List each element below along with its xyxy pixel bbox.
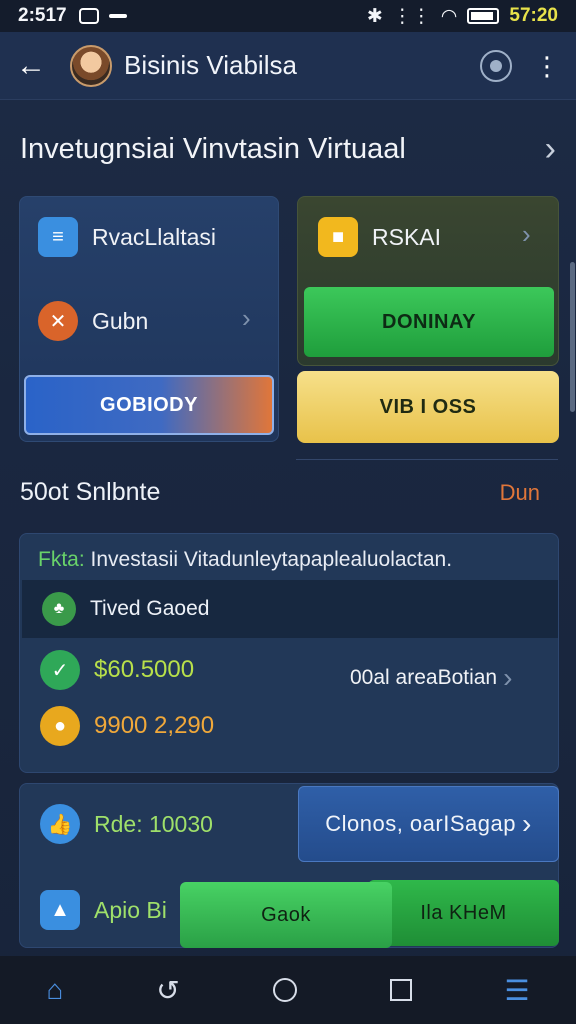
amount-row-1[interactable]: ✓ $60.5000 bbox=[40, 650, 194, 690]
more-vert-icon[interactable]: ⋮ bbox=[534, 53, 560, 79]
rocket-icon: ▲ bbox=[40, 890, 80, 930]
status-time: 2:517 bbox=[18, 5, 67, 26]
battery-icon bbox=[467, 8, 500, 24]
home-icon[interactable]: ⌂ bbox=[46, 974, 63, 1006]
system-nav-bar: ⌂ ↺ ☰ bbox=[0, 956, 576, 1024]
list-item-apio[interactable]: ▲ Apio Bi bbox=[40, 890, 167, 930]
whatsapp-icon bbox=[78, 8, 99, 24]
list-item-label: Rde: 10030 bbox=[94, 810, 213, 837]
like-icon: 👍 bbox=[40, 804, 80, 844]
back-icon[interactable]: ↺ bbox=[156, 974, 179, 1007]
list-item-virtual[interactable]: ≡ RvacLlaltasi bbox=[38, 217, 216, 257]
check-icon: ✓ bbox=[40, 650, 80, 690]
amount-row-2[interactable]: ● 9900 2,290 bbox=[40, 706, 214, 746]
bluetooth-icon: ✱ bbox=[366, 5, 383, 27]
clonos-button[interactable]: Clonos, oarISagap › bbox=[298, 786, 559, 862]
section2-link[interactable]: Dun bbox=[500, 480, 540, 506]
section-title: Invetugnsiai Vinvtasin Virtuaal bbox=[20, 133, 406, 165]
chevron-right-icon: › bbox=[503, 662, 513, 693]
list-item-rde[interactable]: 👍 Rde: 10030 bbox=[40, 804, 213, 844]
menu-icon[interactable]: ☰ bbox=[504, 974, 529, 1007]
vibrate-icon: ⋮⋮ bbox=[392, 5, 431, 27]
section2-header: 50ot Snlbnte Dun bbox=[20, 478, 540, 507]
status-bar: 2:517 ✱ ⋮⋮ ◠ 57:20 bbox=[0, 0, 576, 32]
home-circle-icon[interactable] bbox=[272, 978, 297, 1002]
goiody-button[interactable]: GOBIODY bbox=[24, 375, 274, 435]
chevron-right-icon[interactable]: › bbox=[545, 130, 556, 169]
list-item-rskai[interactable]: ■ RSKAI bbox=[318, 217, 441, 257]
chevron-right-icon[interactable]: › bbox=[242, 303, 251, 334]
app-bar: ← Bisinis Viabilsa ⋮ bbox=[0, 32, 576, 100]
coin-icon: ● bbox=[40, 706, 80, 746]
panel-subrow[interactable]: ♣ Tived Gaoed bbox=[22, 580, 558, 638]
back-arrow-icon[interactable]: ← bbox=[16, 49, 56, 83]
amount-note[interactable]: 00al areaBotian › bbox=[350, 662, 512, 694]
list-item-label: RvacLlaltasi bbox=[92, 223, 216, 250]
status-clock: 57:20 bbox=[509, 5, 558, 26]
investment-panel: Fkta: Investasii Vitadunleytapaplealuola… bbox=[19, 533, 559, 773]
amount-value: 9900 2,290 bbox=[94, 712, 215, 739]
gaok-button[interactable]: Gaok bbox=[180, 882, 392, 948]
avatar[interactable] bbox=[70, 44, 112, 87]
section-header[interactable]: Invetugnsiai Vinvtasin Virtuaal › bbox=[20, 130, 556, 169]
scrollbar[interactable] bbox=[570, 262, 575, 412]
list-item-gubn[interactable]: ✕ Gubn bbox=[38, 301, 148, 341]
divider bbox=[296, 459, 558, 460]
left-card: ≡ RvacLlaltasi ✕ Gubn › GOBIODY bbox=[19, 196, 279, 442]
section2-title: 50ot Snlbnte bbox=[20, 478, 161, 506]
account-icon[interactable] bbox=[480, 49, 512, 82]
bottom-panel: 👍 Rde: 10030 Clonos, oarISagap › ▲ Apio … bbox=[19, 783, 559, 948]
chevron-right-icon: › bbox=[521, 808, 532, 839]
list-item-label: Apio Bi bbox=[94, 896, 167, 923]
notification-icon bbox=[108, 14, 127, 18]
doninay-button[interactable]: DONINAY bbox=[304, 287, 554, 357]
app-title: Bisinis Viabilsa bbox=[124, 50, 297, 80]
cube-icon: ■ bbox=[318, 217, 358, 257]
list-item-label: Gubn bbox=[92, 307, 149, 334]
recents-icon[interactable] bbox=[389, 979, 412, 1001]
wifi-icon: ◠ bbox=[440, 5, 458, 27]
list-item-label: RSKAI bbox=[372, 223, 442, 250]
panel-sub-label: Tived Gaoed bbox=[90, 597, 210, 620]
panel-heading: Fkta: Investasii Vitadunleytapaplealuola… bbox=[38, 548, 453, 571]
right-card: ■ RSKAI › DONINAY bbox=[297, 196, 559, 366]
layers-icon: ≡ bbox=[38, 217, 78, 257]
plant-icon: ♣ bbox=[42, 592, 76, 626]
amount-value: $60.5000 bbox=[94, 656, 195, 683]
ila-khem-button[interactable]: Ila KHeM bbox=[368, 880, 559, 946]
tool-icon: ✕ bbox=[38, 301, 78, 341]
vib-oss-button[interactable]: VIB I OSS bbox=[297, 371, 559, 443]
chevron-right-icon[interactable]: › bbox=[522, 219, 531, 250]
